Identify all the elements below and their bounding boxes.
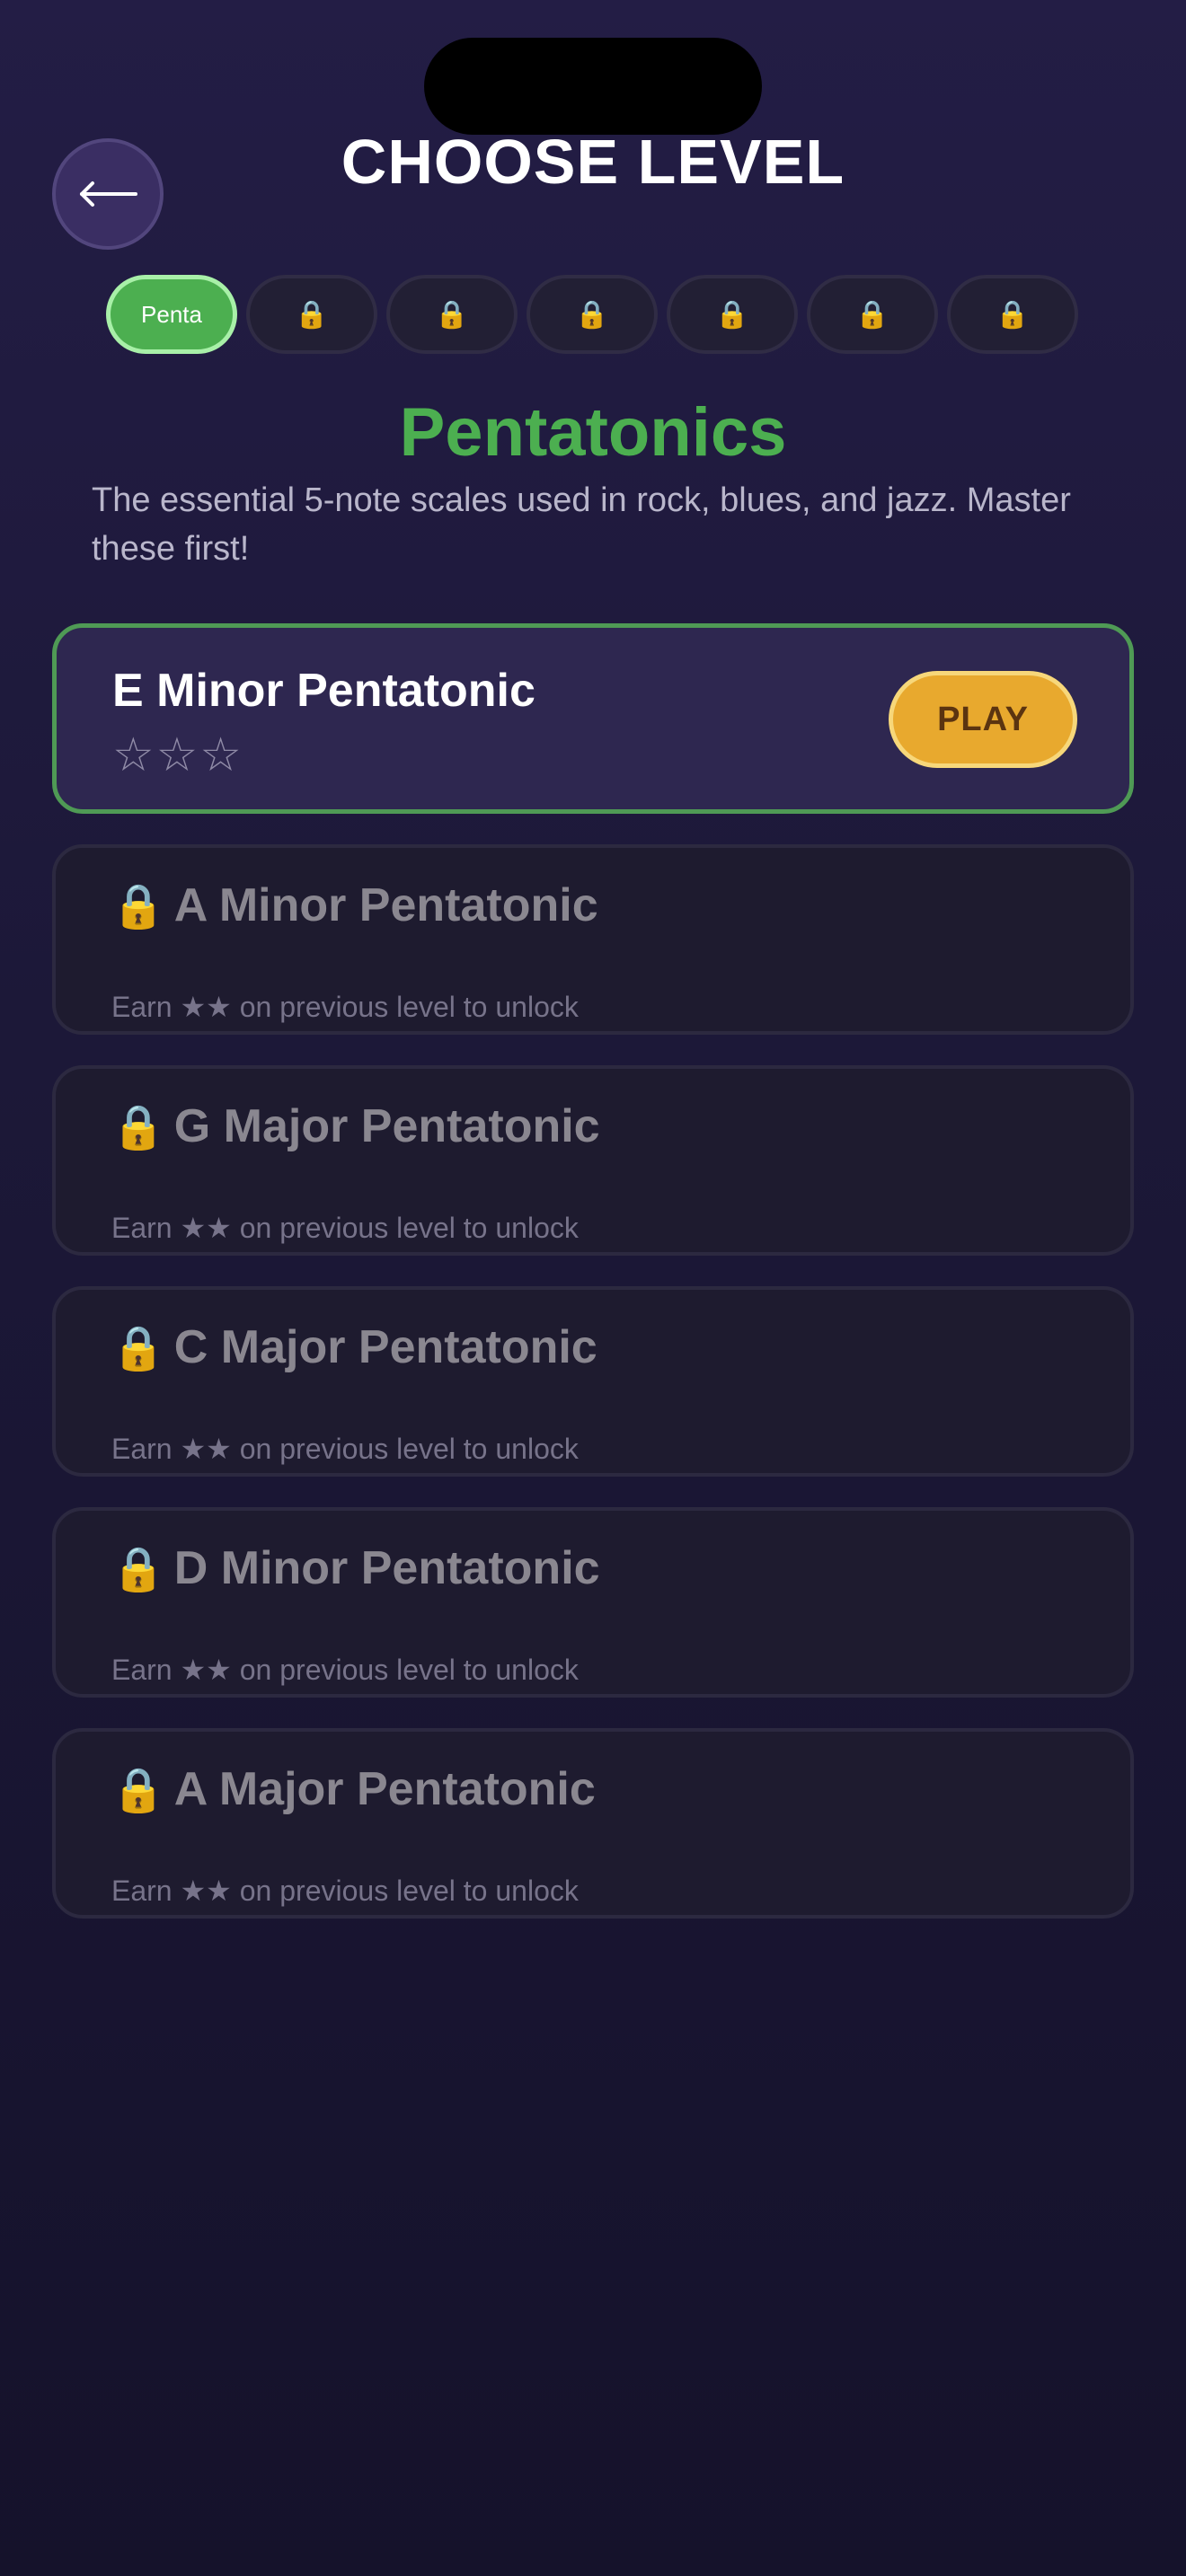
tab-locked-2[interactable]: 🔒 bbox=[246, 275, 377, 354]
level-name-row: 🔒 A Minor Pentatonic bbox=[111, 878, 598, 932]
level-category-tabs: Penta 🔒 🔒 🔒 🔒 🔒 🔒 bbox=[106, 275, 1080, 354]
tab-locked-7[interactable]: 🔒 bbox=[947, 275, 1078, 354]
unlock-hint: Earn ★★ on previous level to unlock bbox=[111, 1212, 579, 1244]
tab-locked-3[interactable]: 🔒 bbox=[386, 275, 518, 354]
unlock-hint: Earn ★★ on previous level to unlock bbox=[111, 991, 579, 1023]
tab-penta[interactable]: Penta bbox=[106, 275, 237, 354]
lock-icon: 🔒 bbox=[295, 299, 329, 330]
level-card-g-major-pentatonic: 🔒 G Major Pentatonic Earn ★★ on previous … bbox=[52, 1065, 1134, 1256]
play-button[interactable]: PLAY bbox=[889, 671, 1077, 768]
unlock-hint: Earn ★★ on previous level to unlock bbox=[111, 1433, 579, 1465]
lock-icon: 🔒 bbox=[111, 1546, 165, 1593]
tab-label: Penta bbox=[141, 300, 202, 328]
lock-icon: 🔒 bbox=[855, 299, 890, 330]
unlock-hint: Earn ★★ on previous level to unlock bbox=[111, 1654, 579, 1686]
level-card-e-minor-pentatonic[interactable]: E Minor Pentatonic ☆☆☆ PLAY bbox=[52, 623, 1134, 814]
level-card-c-major-pentatonic: 🔒 C Major Pentatonic Earn ★★ on previous … bbox=[52, 1286, 1134, 1477]
lock-icon: 🔒 bbox=[111, 883, 165, 931]
section-description: The essential 5-note scales used in rock… bbox=[92, 481, 1071, 568]
level-name-row: 🔒 A Major Pentatonic bbox=[111, 1762, 596, 1816]
level-name-row: 🔒 G Major Pentatonic bbox=[111, 1099, 600, 1153]
lock-icon: 🔒 bbox=[435, 299, 469, 330]
dynamic-island bbox=[424, 38, 762, 135]
tab-locked-5[interactable]: 🔒 bbox=[667, 275, 798, 354]
tab-locked-6[interactable]: 🔒 bbox=[807, 275, 938, 354]
level-card-a-major-pentatonic: 🔒 A Major Pentatonic Earn ★★ on previous … bbox=[52, 1728, 1134, 1919]
level-card-a-minor-pentatonic: 🔒 A Minor Pentatonic Earn ★★ on previous … bbox=[52, 844, 1134, 1035]
level-card-d-minor-pentatonic: 🔒 D Minor Pentatonic Earn ★★ on previous … bbox=[52, 1507, 1134, 1698]
unlock-hint: Earn ★★ on previous level to unlock bbox=[111, 1875, 579, 1907]
lock-icon: 🔒 bbox=[111, 1767, 165, 1814]
page-title: CHOOSE LEVEL bbox=[341, 127, 845, 197]
level-name: E Minor Pentatonic bbox=[112, 665, 535, 717]
lock-icon: 🔒 bbox=[715, 299, 749, 330]
level-name: G Major Pentatonic bbox=[173, 1100, 600, 1152]
lock-icon: 🔒 bbox=[111, 1104, 165, 1151]
lock-icon: 🔒 bbox=[996, 299, 1030, 330]
level-name: A Minor Pentatonic bbox=[173, 879, 598, 931]
level-name: C Major Pentatonic bbox=[173, 1321, 597, 1373]
level-name: D Minor Pentatonic bbox=[173, 1542, 600, 1594]
lock-icon: 🔒 bbox=[575, 299, 609, 330]
tab-locked-4[interactable]: 🔒 bbox=[527, 275, 658, 354]
level-name-row: 🔒 C Major Pentatonic bbox=[111, 1320, 597, 1374]
level-name: A Major Pentatonic bbox=[173, 1763, 596, 1815]
section-title: Pentatonics bbox=[399, 394, 787, 471]
level-name-row: 🔒 D Minor Pentatonic bbox=[111, 1541, 600, 1595]
star-rating: ☆☆☆ bbox=[112, 729, 243, 781]
lock-icon: 🔒 bbox=[111, 1325, 165, 1372]
